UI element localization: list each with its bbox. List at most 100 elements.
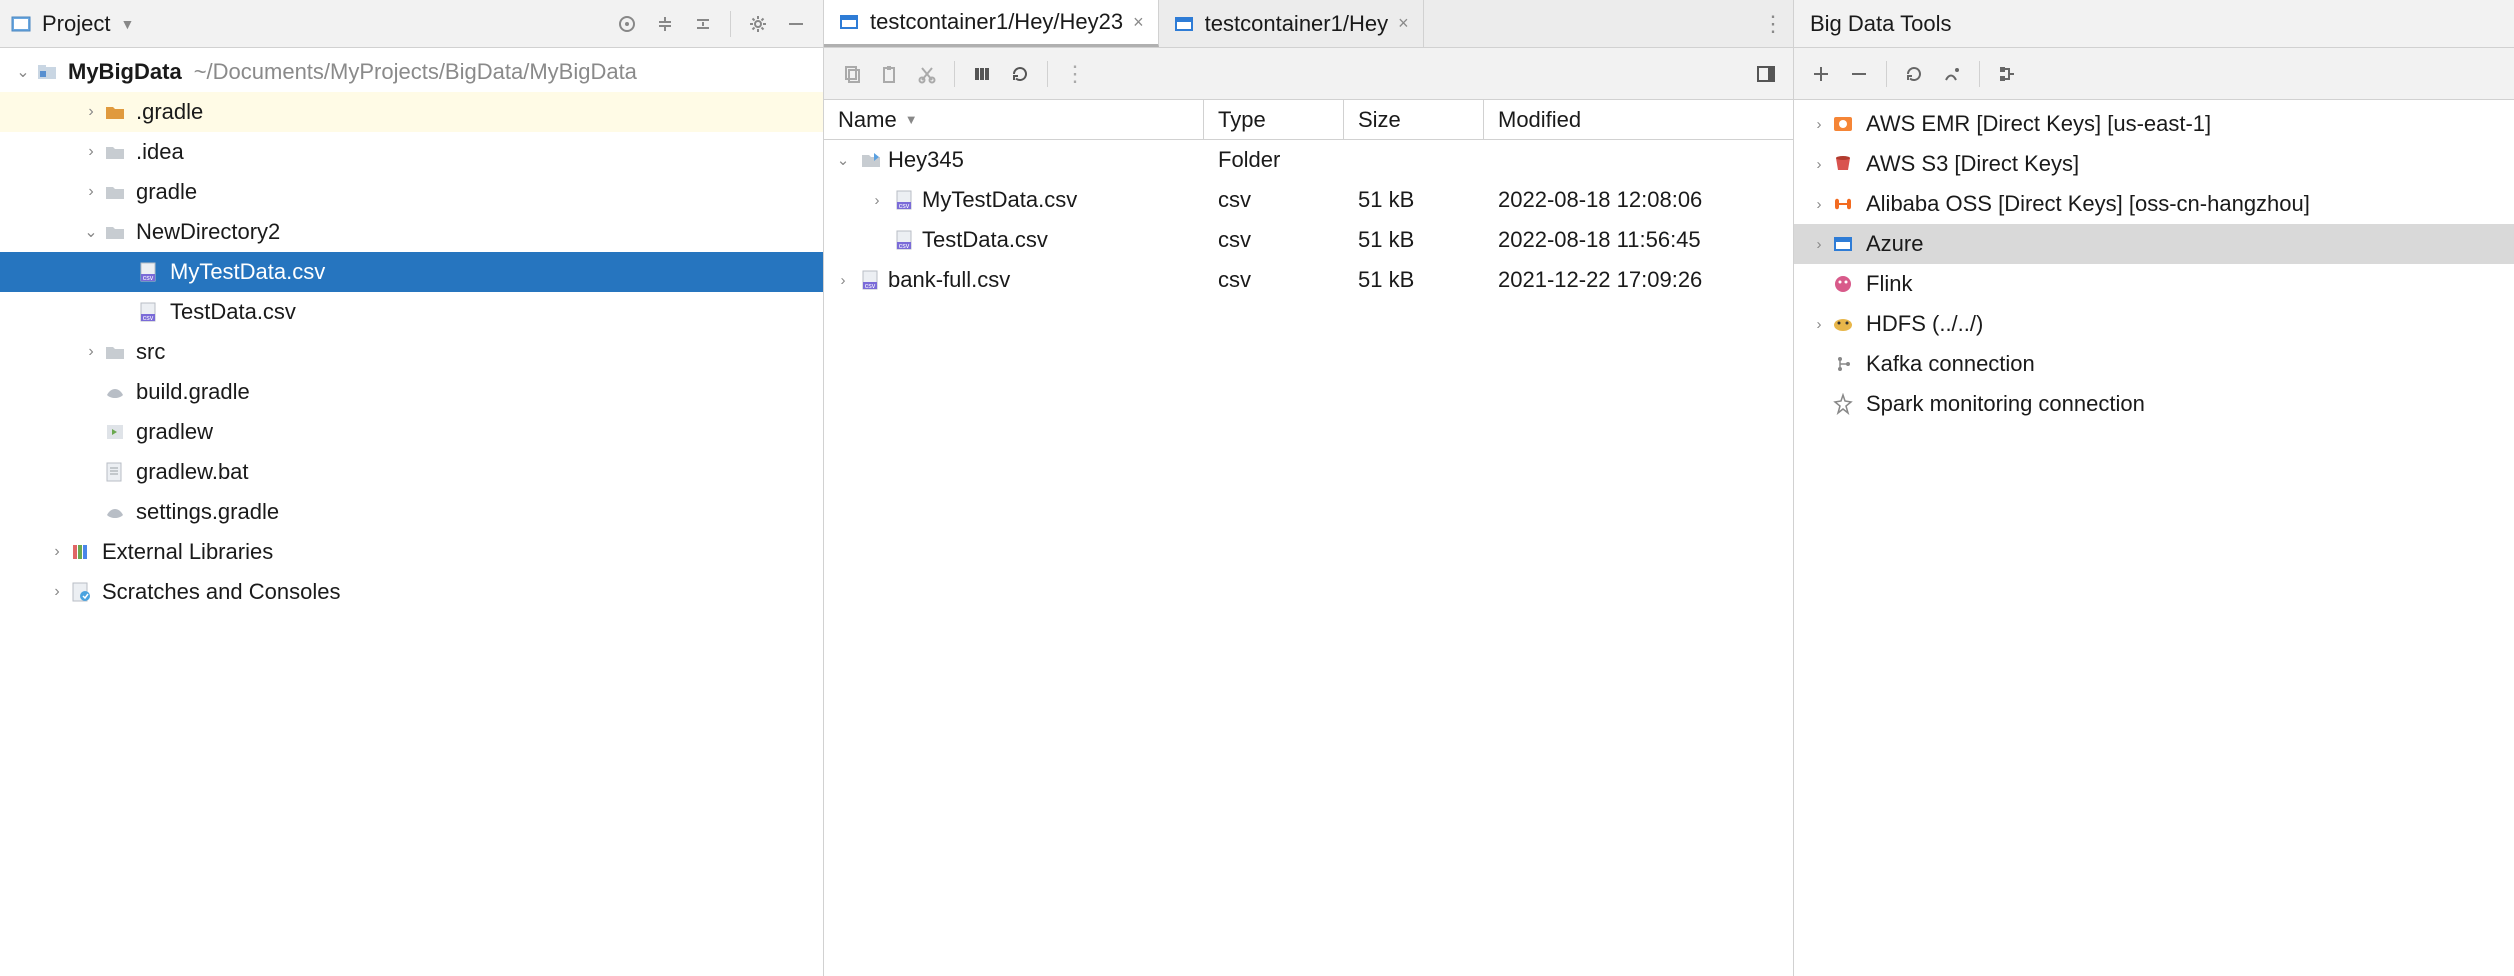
hdfs-icon [1830,311,1856,337]
chevron-down-icon[interactable]: ⌄ [12,62,34,82]
collapse-all-icon[interactable] [686,7,720,41]
remove-icon[interactable] [1842,57,1876,91]
chevron-icon[interactable]: › [46,583,68,601]
add-icon[interactable] [1804,57,1838,91]
chevron-icon[interactable]: › [1808,196,1830,213]
project-panel-title[interactable]: Project [36,11,116,37]
file-modified: 2022-08-18 12:08:06 [1484,187,1793,213]
file-table[interactable]: Name▼ Type Size Modified ⌄Hey345Folder›c… [824,100,1793,976]
col-name[interactable]: Name▼ [824,100,1204,139]
cut-icon[interactable] [910,57,944,91]
tree-item-label: NewDirectory2 [136,219,280,245]
bdt-item-label: Alibaba OSS [Direct Keys] [oss-cn-hangzh… [1866,191,2310,217]
expand-all-icon[interactable] [648,7,682,41]
chevron-icon[interactable]: ⌄ [832,151,854,169]
bdt-item-label: Azure [1866,231,1923,257]
project-tree-row[interactable]: ›External Libraries [0,532,823,572]
tree-item-label: gradlew [136,419,213,445]
project-tree-row[interactable]: gradlew.bat [0,452,823,492]
refresh-icon[interactable] [1003,57,1037,91]
project-tree-row[interactable]: ›.gradle [0,92,823,132]
bdt-settings-icon[interactable] [1935,57,1969,91]
scratches-icon [68,579,94,605]
chevron-icon[interactable]: › [80,183,102,201]
project-tree[interactable]: ⌄ MyBigData ~/Documents/MyProjects/BigDa… [0,48,823,976]
bdt-item-label: AWS S3 [Direct Keys] [1866,151,2079,177]
file-type: csv [1204,227,1344,253]
project-tree-row[interactable]: ›.idea [0,132,823,172]
bdt-row[interactable]: › HDFS (../../) [1794,304,2514,344]
bdt-item-label: Spark monitoring connection [1866,391,2145,417]
chevron-icon[interactable]: › [80,143,102,161]
chevron-icon[interactable]: › [832,272,854,289]
folder-gray-icon [102,219,128,245]
bdt-row[interactable]: Flink [1794,264,2514,304]
copy-icon[interactable] [834,57,868,91]
chevron-icon[interactable]: › [1808,156,1830,173]
chevron-icon[interactable]: › [46,543,68,561]
file-table-row[interactable]: ›csvMyTestData.csvcsv51 kB2022-08-18 12:… [824,180,1793,220]
chevron-icon[interactable]: › [80,343,102,361]
bdt-tree[interactable]: › AWS EMR [Direct Keys] [us-east-1] › AWS S… [1794,100,2514,976]
settings-icon[interactable] [741,7,775,41]
project-dropdown-icon[interactable]: ▼ [120,16,134,32]
bdt-row[interactable]: › Azure [1794,224,2514,264]
panel-layout-icon[interactable] [1749,57,1783,91]
chevron-icon[interactable]: ⌄ [80,222,102,242]
spark-icon [1830,391,1856,417]
project-tree-row[interactable]: build.gradle [0,372,823,412]
columns-icon[interactable] [965,57,999,91]
file-type: csv [1204,187,1344,213]
bdt-row[interactable]: › AWS EMR [Direct Keys] [us-east-1] [1794,104,2514,144]
file-txt-icon [102,459,128,485]
col-size[interactable]: Size [1344,100,1484,139]
azure-icon [838,11,860,33]
tree-item-label: gradle [136,179,197,205]
bdt-item-label: AWS EMR [Direct Keys] [us-east-1] [1866,111,2211,137]
editor-tab[interactable]: testcontainer1/Hey× [1159,0,1424,47]
chevron-icon[interactable]: › [1808,116,1830,133]
bdt-row[interactable]: › AWS S3 [Direct Keys] [1794,144,2514,184]
project-tree-row[interactable]: csvMyTestData.csv [0,252,823,292]
bdt-item-label: Flink [1866,271,1912,297]
project-tree-row[interactable]: › gradle [0,172,823,212]
col-modified[interactable]: Modified [1484,100,1793,139]
bdt-tree-view-icon[interactable] [1990,57,2024,91]
locate-icon[interactable] [610,7,644,41]
project-tree-row[interactable]: gradlew [0,412,823,452]
bdt-refresh-icon[interactable] [1897,57,1931,91]
chevron-icon[interactable]: › [866,192,888,209]
bdt-item-label: HDFS (../../) [1866,311,1983,337]
file-size: 51 kB [1344,267,1484,293]
file-table-row[interactable]: ›csvbank-full.csvcsv51 kB2021-12-22 17:0… [824,260,1793,300]
col-type[interactable]: Type [1204,100,1344,139]
chevron-icon[interactable]: › [80,103,102,121]
exec-icon [102,419,128,445]
editor-tab[interactable]: testcontainer1/Hey/Hey23 × [824,0,1159,47]
csv-icon: csv [892,187,918,213]
more-actions-icon[interactable]: ⋮ [1058,57,1092,91]
project-tree-row[interactable]: ⌄ NewDirectory2 [0,212,823,252]
bdt-row[interactable]: Spark monitoring connection [1794,384,2514,424]
tabs-more-icon[interactable]: ⋮ [1753,0,1793,47]
project-panel-icon [10,13,32,35]
project-tree-row[interactable]: ›src [0,332,823,372]
file-name: Hey345 [888,147,964,173]
project-tree-row[interactable]: settings.gradle [0,492,823,532]
file-table-header[interactable]: Name▼ Type Size Modified [824,100,1793,140]
chevron-icon[interactable]: › [1808,316,1830,333]
close-icon[interactable]: × [1398,13,1409,34]
file-table-row[interactable]: csvTestData.csvcsv51 kB2022-08-18 11:56:… [824,220,1793,260]
file-csv-icon: csv [136,259,162,285]
close-icon[interactable]: × [1133,12,1144,33]
hide-icon[interactable] [779,7,813,41]
project-root-row[interactable]: ⌄ MyBigData ~/Documents/MyProjects/BigDa… [0,52,823,92]
bdt-row[interactable]: Kafka connection [1794,344,2514,384]
paste-icon[interactable] [872,57,906,91]
chevron-icon[interactable]: › [1808,236,1830,253]
bdt-row[interactable]: › Alibaba OSS [Direct Keys] [oss-cn-hangz… [1794,184,2514,224]
project-tree-row[interactable]: csvTestData.csv [0,292,823,332]
project-tree-row[interactable]: ›Scratches and Consoles [0,572,823,612]
tab-label: testcontainer1/Hey/Hey23 [870,9,1123,35]
file-table-row[interactable]: ⌄Hey345Folder [824,140,1793,180]
